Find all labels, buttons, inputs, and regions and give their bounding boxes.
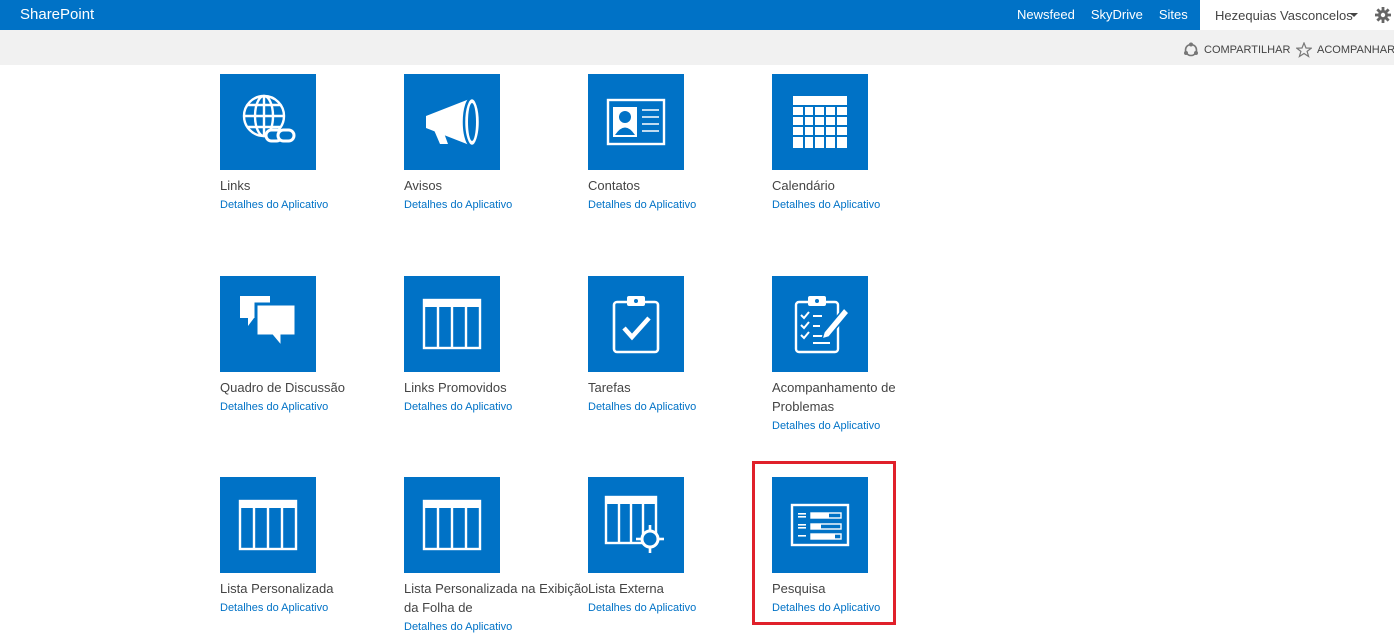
app-title[interactable]: Lista Externa [588,579,773,598]
app-tile-acompanhamento-problemas: Acompanhamento de Problemas Detalhes do … [772,276,957,435]
share-button[interactable]: COMPARTILHAR [1183,42,1290,58]
chevron-down-icon [1350,13,1358,17]
app-tile-links: Links Detalhes do Aplicativo [220,74,405,214]
app-tile-quadro-discussao: Quadro de Discussão Detalhes do Aplicati… [220,276,405,416]
app-details-link[interactable]: Detalhes do Aplicativo [588,196,773,214]
ribbon-bar: COMPARTILHAR ACOMPANHAR [0,30,1394,65]
suite-bar: SharePoint Newsfeed SkyDrive Sites Hezeq… [0,0,1394,30]
app-tile-contatos: Contatos Detalhes do Aplicativo [588,74,773,214]
table-icon [238,499,298,551]
app-details-link[interactable]: Detalhes do Aplicativo [220,398,405,416]
follow-label: ACOMPANHAR [1317,44,1394,56]
highlight-box [752,461,896,625]
app-tile-lista-externa: Lista Externa Detalhes do Aplicativo [588,477,773,617]
megaphone-icon [426,96,482,148]
app-icon-contatos[interactable] [588,74,684,170]
app-details-link[interactable]: Detalhes do Aplicativo [404,618,589,636]
gear-icon[interactable] [1374,6,1392,24]
app-details-link[interactable]: Detalhes do Aplicativo [220,599,405,617]
user-name: Hezequias Vasconcelos [1215,8,1353,23]
globe-link-icon [242,94,296,143]
app-tile-lista-personalizada-folha: Lista Personalizada na Exibição da Folha… [404,477,589,636]
app-icon-links-promovidos[interactable] [404,276,500,372]
suite-link-sites[interactable]: Sites [1151,0,1196,30]
table-icon [422,499,482,551]
app-details-link[interactable]: Detalhes do Aplicativo [588,599,773,617]
share-label: COMPARTILHAR [1204,44,1291,56]
app-title[interactable]: Lista Personalizada na Exibição da Folha… [404,579,589,617]
discussion-icon [240,296,298,353]
suite-nav: Newsfeed SkyDrive Sites [1009,0,1196,30]
app-title[interactable]: Contatos [588,176,773,195]
app-tile-calendario: Calendário Detalhes do Aplicativo [772,74,957,214]
app-title[interactable]: Quadro de Discussão [220,378,405,397]
app-details-link[interactable]: Detalhes do Aplicativo [220,196,405,214]
table-icon [422,298,482,350]
app-tile-tarefas: Tarefas Detalhes do Aplicativo [588,276,773,416]
app-title[interactable]: Avisos [404,176,589,195]
app-details-link[interactable]: Detalhes do Aplicativo [404,196,589,214]
app-icon-quadro-discussao[interactable] [220,276,316,372]
share-icon [1184,42,1198,57]
calendar-icon [793,96,847,148]
issue-clipboard-icon [794,296,851,354]
suite-link-skydrive[interactable]: SkyDrive [1083,0,1151,30]
star-icon [1296,42,1312,58]
task-clipboard-icon [612,296,660,354]
app-icon-links[interactable] [220,74,316,170]
app-details-link[interactable]: Detalhes do Aplicativo [404,398,589,416]
app-tile-avisos: Avisos Detalhes do Aplicativo [404,74,589,214]
app-details-link[interactable]: Detalhes do Aplicativo [588,398,773,416]
app-icon-lista-personalizada-folha[interactable] [404,477,500,573]
app-icon-lista-personalizada[interactable] [220,477,316,573]
app-title[interactable]: Links [220,176,405,195]
app-title[interactable]: Tarefas [588,378,773,397]
suite-link-newsfeed[interactable]: Newsfeed [1009,0,1083,30]
app-icon-calendario[interactable] [772,74,868,170]
app-icon-avisos[interactable] [404,74,500,170]
external-list-icon [604,495,664,553]
user-menu[interactable]: Hezequias Vasconcelos [1200,0,1394,30]
app-title[interactable]: Lista Personalizada [220,579,405,598]
app-title[interactable]: Acompanhamento de Problemas [772,378,957,416]
app-icon-lista-externa[interactable] [588,477,684,573]
app-tile-links-promovidos: Links Promovidos Detalhes do Aplicativo [404,276,589,416]
app-tile-lista-personalizada: Lista Personalizada Detalhes do Aplicati… [220,477,405,617]
app-details-link[interactable]: Detalhes do Aplicativo [772,417,957,435]
app-title[interactable]: Calendário [772,176,957,195]
app-title[interactable]: Links Promovidos [404,378,589,397]
app-details-link[interactable]: Detalhes do Aplicativo [772,196,957,214]
app-icon-tarefas[interactable] [588,276,684,372]
app-icon-acompanhamento-problemas[interactable] [772,276,868,372]
contact-card-icon [606,98,666,146]
follow-button[interactable]: ACOMPANHAR [1296,42,1394,58]
brand-title[interactable]: SharePoint [20,6,94,23]
